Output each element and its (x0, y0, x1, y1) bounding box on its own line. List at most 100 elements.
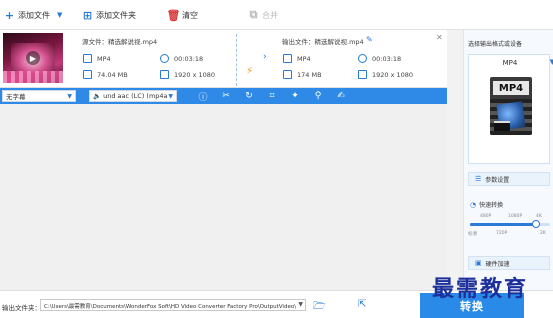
quality-speed-slider[interactable] (470, 220, 550, 228)
open-output-icon[interactable]: ⇱ (358, 299, 366, 310)
speed-tick-top: 480P (480, 214, 492, 219)
file-size-icon (83, 70, 92, 79)
audio-track-value: und aac (LC) (mp4a (103, 92, 168, 100)
output-format: MP4 (283, 54, 311, 63)
param-settings-label: 参数设置 (485, 176, 510, 184)
hardware-accel-button[interactable]: ▣ 硬件加速 (468, 256, 550, 270)
bottom-bar: 输出文件夹： C:\Users\最需教育\Documents\WonderFox… (0, 290, 553, 318)
source-resolution-value: 1920 x 1080 (174, 70, 216, 79)
source-duration-value: 00:03:18 (174, 54, 204, 63)
speed-tick-bottom: 2K (540, 231, 546, 236)
add-file-label: 添加文件 (18, 10, 50, 20)
edit-tools: ⓘ ✂ ↻ ⌗ ✦ ⚲ ✍ (197, 90, 347, 103)
output-format-selector[interactable]: MP4 ▼ MP4 (468, 54, 553, 164)
source-resolution: 1920 x 1080 (160, 70, 215, 79)
chevron-down-icon[interactable]: ▼ (550, 58, 553, 66)
speaker-icon: 🔈 (93, 92, 102, 100)
slider-handle[interactable] (531, 220, 540, 228)
folder-icon[interactable]: 🗁 (313, 299, 325, 316)
speed-tick-bottom: 720P (496, 231, 508, 236)
speedometer-icon: ◔ (470, 200, 477, 209)
rotate-icon[interactable]: ↻ (243, 90, 255, 102)
clock-icon (358, 54, 367, 63)
slider-fill (470, 223, 536, 226)
output-format-value: MP4 (502, 59, 518, 67)
output-path-field[interactable]: C:\Users\最需教育\Documents\WonderFox Soft\H… (40, 299, 306, 311)
crop-icon[interactable]: ⌗ (266, 90, 278, 102)
output-format-title: 选择输出格式或设备 (468, 41, 523, 48)
source-size-value: 74.04 MB (97, 70, 128, 79)
output-format-label: MP4 (469, 59, 551, 67)
speed-tick-bottom: 标清 (468, 232, 477, 237)
clapper-icon (494, 121, 510, 131)
add-folder-button[interactable]: ⊞ 添加文件夹 (82, 8, 136, 22)
source-size: 74.04 MB (83, 70, 128, 79)
merge-button[interactable]: ⧉ 合并 (248, 8, 278, 21)
hardware-accel-label: 硬件加速 (485, 260, 510, 268)
file-size-icon (283, 70, 292, 79)
main-toolbar: + 添加文件 ▼ ⊞ 添加文件夹 🗑 清空 ⧉ 合并 (0, 0, 553, 30)
subtitle-select[interactable]: 无字幕 ▼ (2, 90, 76, 102)
info-icon[interactable]: ⓘ (197, 90, 209, 103)
format-icon (283, 54, 292, 63)
output-size: 174 MB (283, 70, 322, 79)
clear-button[interactable]: 🗑 清空 (166, 8, 198, 22)
convert-button[interactable]: 转换 (420, 293, 524, 318)
scissors-icon[interactable]: ✂ (220, 90, 232, 102)
add-file-button[interactable]: + 添加文件 ▼ (4, 8, 63, 22)
resolution-icon (160, 70, 169, 79)
merge-label: 合并 (262, 10, 278, 20)
output-folder-label: 输出文件夹： (2, 304, 41, 312)
play-icon[interactable]: ▶ (26, 51, 40, 65)
source-format-value: MP4 (97, 54, 111, 63)
subtitle-edit-icon[interactable]: ✍ (335, 90, 347, 102)
output-format-value: MP4 (297, 54, 311, 63)
plus-icon: + (4, 8, 15, 22)
thumbnail-flowers (3, 71, 63, 83)
file-list-empty-area (0, 104, 447, 290)
output-path-value: C:\Users\最需教育\Documents\WonderFox Soft\H… (44, 304, 297, 310)
arrow-right-icon: › (263, 52, 267, 62)
chevron-down-icon: ▼ (168, 93, 173, 100)
source-file-name: 源文件：精选解说视.mp4 (82, 38, 158, 46)
resolution-icon (358, 70, 367, 79)
chevron-down-icon[interactable]: ▼ (298, 301, 303, 308)
close-icon[interactable]: ✕ (436, 33, 443, 42)
source-format: MP4 (83, 54, 111, 63)
lightning-icon: ⚡ (246, 66, 254, 77)
effects-icon[interactable]: ✦ (289, 90, 301, 102)
output-file-name: 输出文件：精选解说视.mp4 (282, 38, 364, 46)
param-settings-button[interactable]: ☰ 参数设置 (468, 172, 550, 186)
mp4-tag: MP4 (493, 81, 529, 95)
chevron-down-icon: ▼ (67, 93, 72, 100)
card-divider (236, 34, 237, 86)
mp4-format-icon: MP4 (490, 77, 532, 135)
clock-icon (160, 54, 169, 63)
speed-label: 快速转换 (479, 202, 504, 209)
folder-plus-icon: ⊞ (82, 8, 93, 22)
chevron-down-icon[interactable]: ▼ (57, 11, 62, 19)
chip-icon: ▣ (475, 259, 482, 267)
edit-action-bar: 无字幕 ▼ 🔈 und aac (LC) (mp4a ▼ ⓘ ✂ ↻ ⌗ ✦ ⚲… (0, 88, 447, 104)
output-size-value: 174 MB (297, 70, 322, 79)
clear-label: 清空 (182, 10, 198, 20)
merge-icon: ⧉ (249, 8, 258, 21)
watermark-icon[interactable]: ⚲ (312, 90, 324, 102)
speed-tick-top: 1080P (508, 214, 523, 219)
output-duration: 00:03:18 (358, 54, 401, 63)
audio-track-select[interactable]: 🔈 und aac (LC) (mp4a ▼ (89, 90, 177, 102)
sliders-icon: ☰ (475, 175, 482, 183)
output-duration-value: 00:03:18 (372, 54, 402, 63)
format-icon (83, 54, 92, 63)
video-thumbnail[interactable]: ▶ (3, 33, 63, 83)
file-card[interactable]: ▶ 源文件：精选解说视.mp4 MP4 00:03:18 74.04 MB 19… (0, 30, 447, 88)
edit-icon[interactable]: ✎ (366, 35, 373, 44)
subtitle-select-value: 无字幕 (6, 93, 26, 101)
trash-icon: 🗑 (166, 8, 181, 22)
speed-section: ◔ 快速转换 (470, 200, 504, 210)
speed-tick-top: 4K (536, 214, 542, 219)
source-duration: 00:03:18 (160, 54, 203, 63)
add-folder-label: 添加文件夹 (96, 10, 136, 20)
output-resolution-value: 1920 x 1080 (372, 70, 414, 79)
output-settings-panel: 选择输出格式或设备 MP4 ▼ MP4 ☰ 参数设置 ◔ 快速转换 480P 1… (463, 30, 553, 292)
